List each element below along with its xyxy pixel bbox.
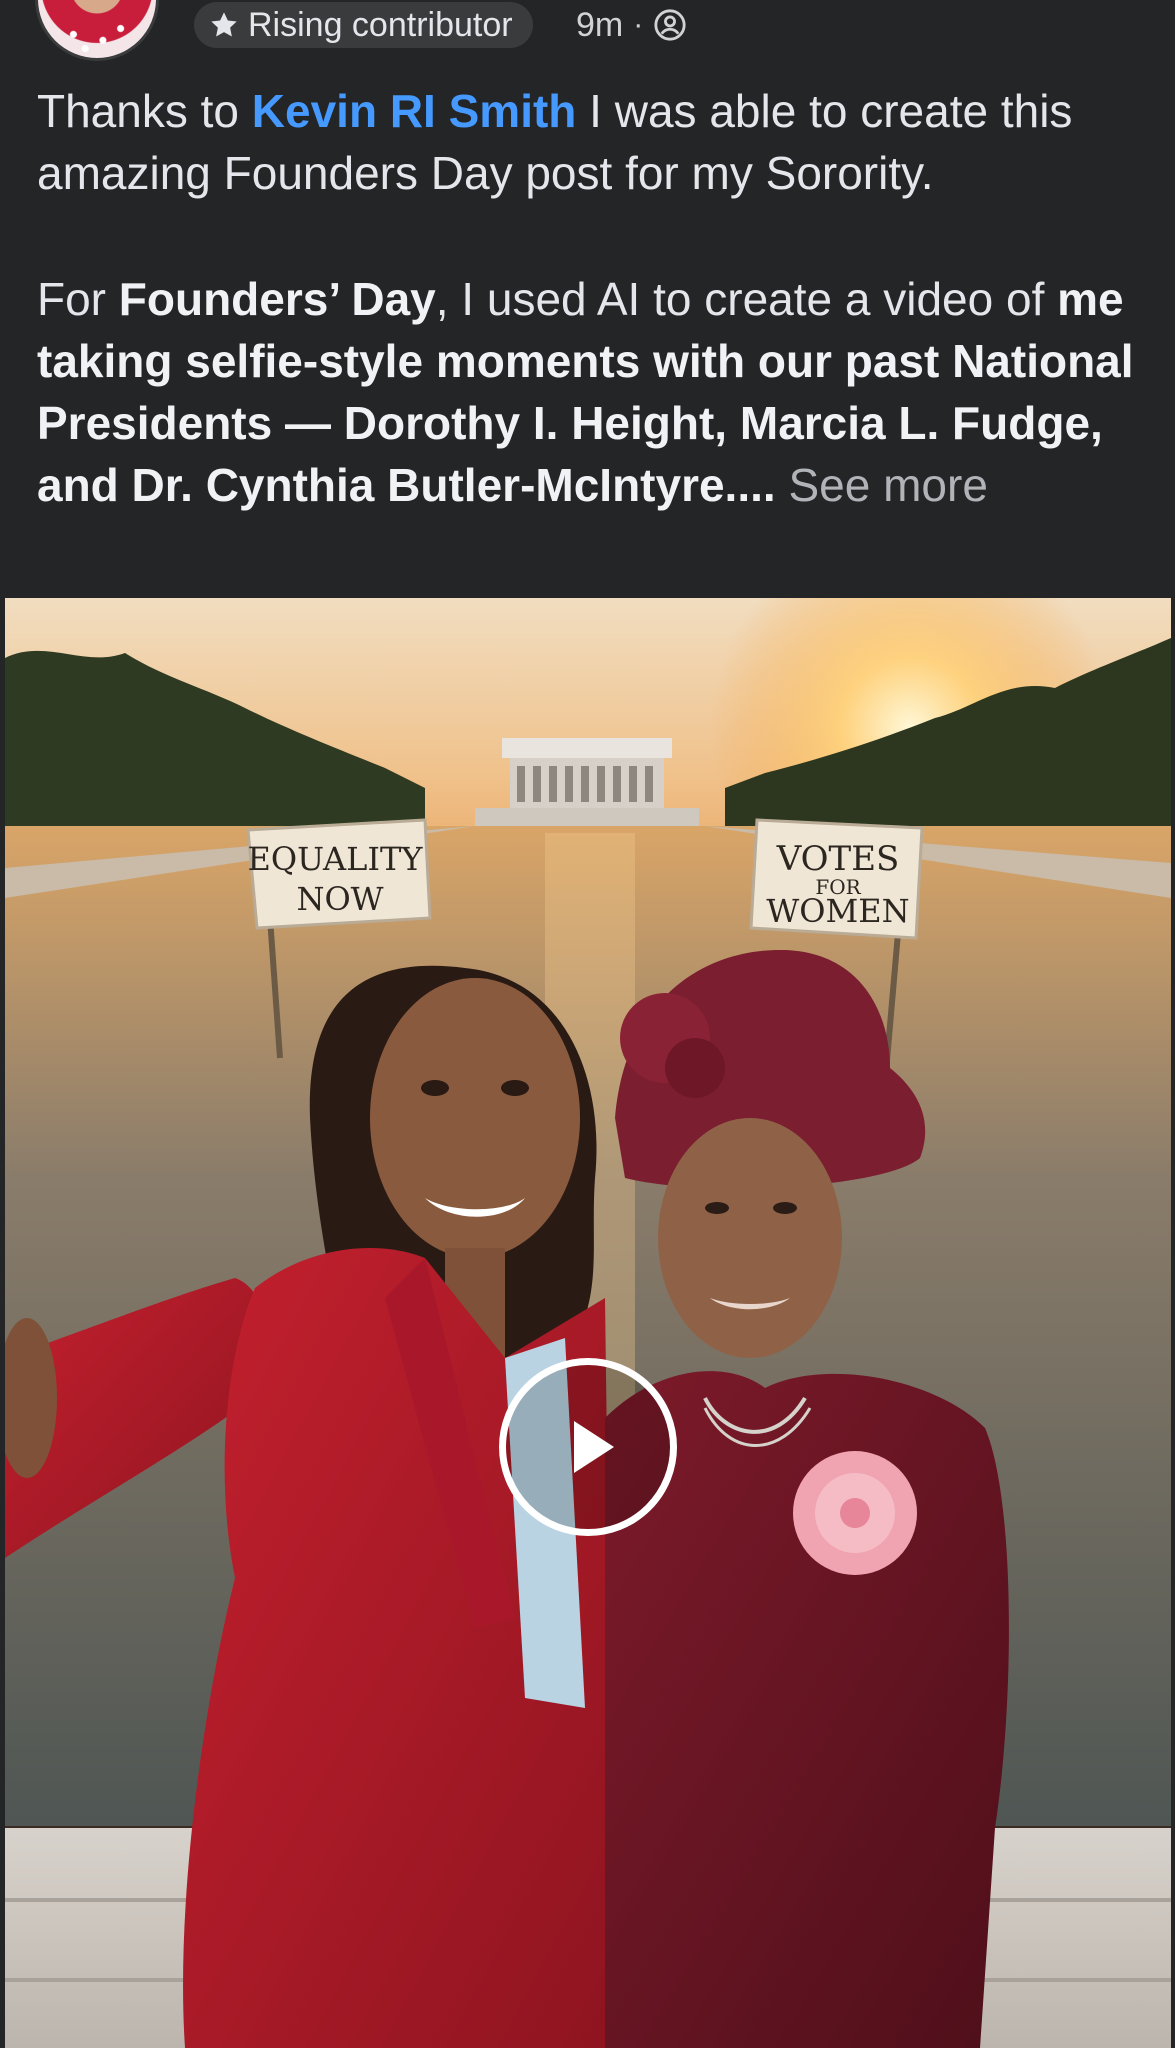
text-lead: Thanks to (37, 85, 252, 137)
text-mid: , I used AI to create a video of (435, 273, 1058, 325)
video-thumbnail: EQUALITY NOW VOTES FOR WOMEN (5, 598, 1171, 2048)
text-lead: For (37, 273, 119, 325)
avatar[interactable] (38, 0, 156, 58)
sign-right-line1: VOTES (776, 839, 900, 879)
post-paragraph-2: For Founders’ Day, I used AI to create a… (37, 268, 1147, 516)
globe-icon[interactable] (653, 8, 687, 42)
see-more-link[interactable]: See more (776, 459, 987, 511)
mention-link[interactable]: Kevin RI Smith (252, 85, 577, 137)
post-meta: 9m · (576, 2, 687, 48)
post-text: Thanks to Kevin RI Smith I was able to c… (37, 80, 1147, 516)
post-paragraph-1: Thanks to Kevin RI Smith I was able to c… (37, 80, 1147, 204)
star-icon (211, 12, 237, 37)
meta-separator: · (633, 8, 644, 41)
ellipsis: ... (737, 459, 776, 511)
timestamp[interactable]: 9m (576, 6, 623, 45)
play-button[interactable] (499, 1358, 677, 1536)
sign-left-line1: EQUALITY (247, 840, 423, 878)
play-icon (574, 1421, 614, 1473)
bold-text: Founders’ Day (118, 273, 436, 325)
video-post-media[interactable]: EQUALITY NOW VOTES FOR WOMEN (5, 598, 1171, 2048)
sign-right-line3: WOMEN (766, 892, 909, 930)
rising-contributor-badge[interactable]: Rising contributor (194, 2, 533, 48)
badge-label: Rising contributor (248, 5, 513, 44)
sign-left-line2: NOW (296, 880, 383, 918)
post-header: Rising contributor 9m · (0, 0, 1175, 58)
